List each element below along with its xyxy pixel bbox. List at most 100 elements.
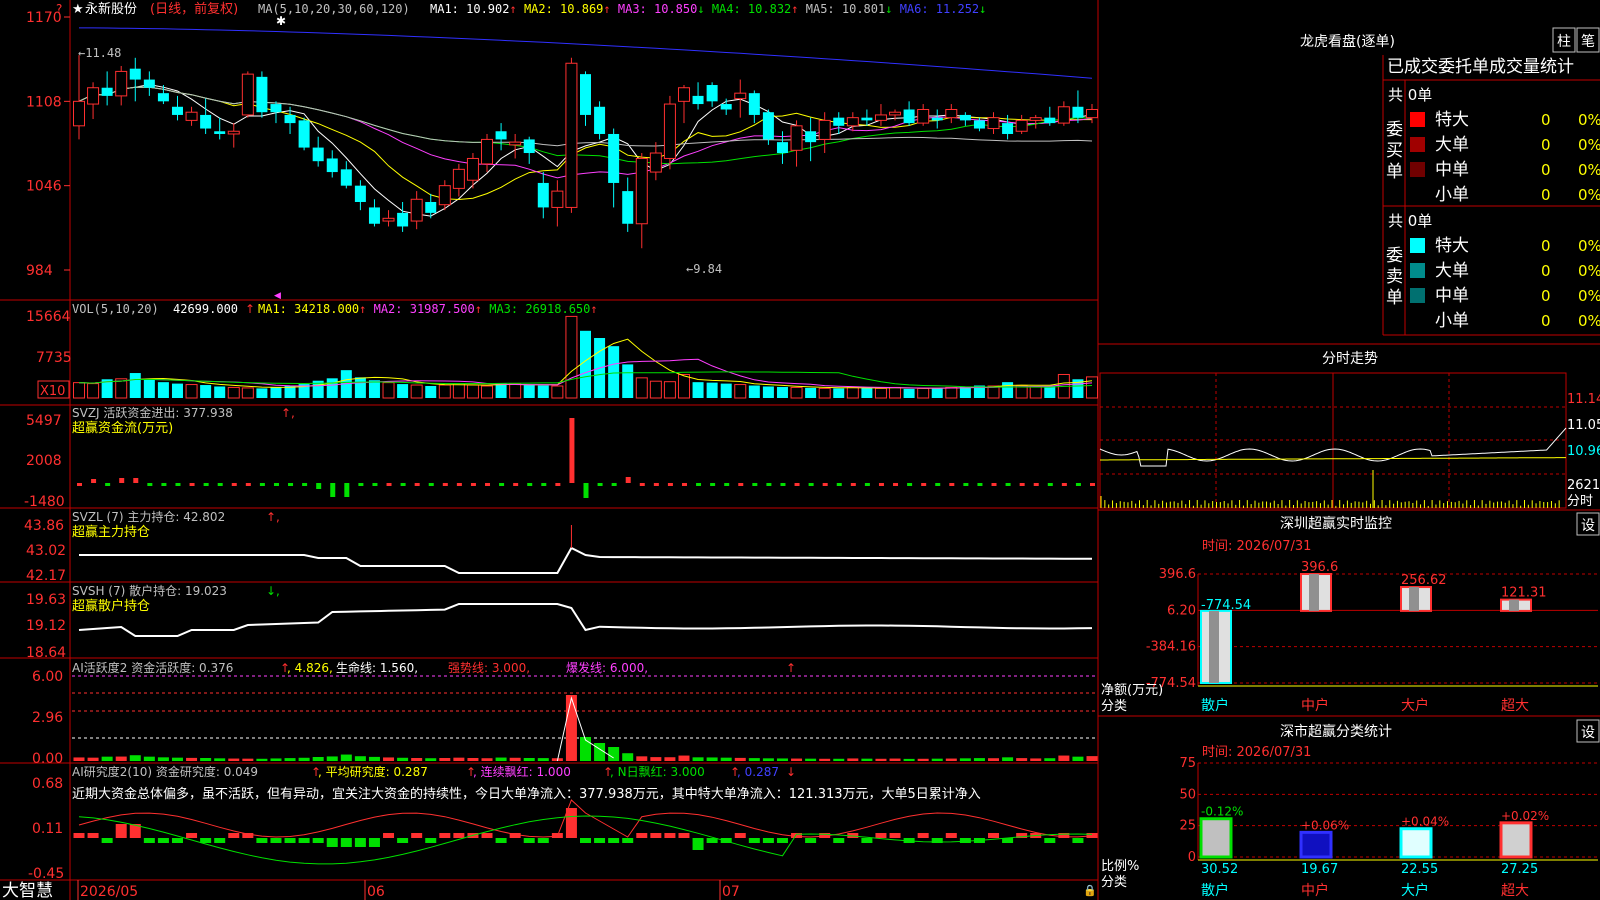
candle-body-down xyxy=(214,131,226,134)
candlestick-series[interactable] xyxy=(73,55,1098,249)
ai-research-bar xyxy=(1072,838,1084,843)
fund-flow-bar xyxy=(372,483,378,486)
ai-active-bar xyxy=(368,756,380,761)
monitor-bar-label: 396.6 xyxy=(1301,560,1338,575)
ai-research-bar xyxy=(580,838,591,843)
ai-active-bar xyxy=(143,756,155,761)
candle-body-up xyxy=(87,87,100,105)
ma-legend: MA1: 10.902↑ MA2: 10.869↑ MA3: 10.850↓ M… xyxy=(430,2,986,16)
ai-research-bar xyxy=(495,838,507,843)
buy-row-name: 特大 xyxy=(1435,110,1469,130)
ai-active-bar xyxy=(734,757,746,761)
brand-logo: 大智慧 xyxy=(2,881,53,900)
monitor-bar-label: 121.31 xyxy=(1501,586,1547,601)
vol-axis-top: 15664 xyxy=(26,309,71,325)
ai-research-bar xyxy=(833,838,845,843)
volume-bar-down xyxy=(776,386,788,398)
classify-pct-label: +0.04% xyxy=(1401,815,1449,829)
sell-row-name: 小单 xyxy=(1435,311,1469,331)
ai-active-bar xyxy=(664,757,676,761)
vol-label: VOL(5,10,20) xyxy=(72,302,159,316)
volume-bar-down xyxy=(833,388,845,398)
ai-active-bar xyxy=(186,757,198,761)
fenshi-grid xyxy=(1099,372,1567,509)
candle-body-down xyxy=(284,114,296,124)
sell-row-name: 中单 xyxy=(1435,286,1469,306)
candle-body-down xyxy=(523,139,535,154)
ai-active-bar xyxy=(270,758,282,761)
ai-research-axis-1: 0.11 xyxy=(32,821,63,837)
fund-flow-bar xyxy=(555,483,561,486)
intraday-volume-bars xyxy=(1100,470,1560,508)
ai-active-bar xyxy=(776,758,788,761)
ai-research-bar xyxy=(87,833,99,838)
volume-bar-down xyxy=(580,330,591,398)
question-icon[interactable]: ? xyxy=(56,2,62,16)
ai-active-bar xyxy=(650,757,662,761)
volume-bar-up xyxy=(87,383,100,399)
sell-row-value: 0 xyxy=(1541,262,1551,280)
ai-research-axis-0: 0.68 xyxy=(32,776,63,792)
fund-flow-bar xyxy=(653,483,659,486)
candle-body-down xyxy=(959,114,971,121)
ai-research-bar xyxy=(1086,833,1098,838)
sell-row-name: 大单 xyxy=(1435,261,1469,281)
monitor-category: 超大 xyxy=(1501,698,1529,714)
ai-research-comment: 近期大资金总体偏多，虽不活跃，但有异动，宜关注大资金的持续性，今日大单净流入：3… xyxy=(72,786,981,802)
volume-bar-up xyxy=(945,386,958,399)
ai-research-bar xyxy=(354,838,366,847)
fund-flow-bar xyxy=(1075,483,1081,486)
classify-category: 中户 xyxy=(1301,882,1329,899)
buy-row-pct: 0% xyxy=(1578,111,1600,129)
candle-body-up xyxy=(945,108,958,119)
fund-flow-bar xyxy=(597,483,603,486)
ai-research-bar xyxy=(101,838,113,843)
volume-bar-down xyxy=(861,387,873,398)
sell-total: 共 0单 xyxy=(1388,212,1432,230)
ai-active-label: AI活跃度2 资金活跃度: 0.376 xyxy=(72,660,233,675)
ai-research-bar xyxy=(678,833,690,838)
ai-active-bar xyxy=(537,758,549,761)
ai-active-bar xyxy=(495,757,507,761)
monitor-bar-label: 256.62 xyxy=(1401,573,1447,588)
ai-active-bar xyxy=(565,695,577,761)
favorite-star-icon[interactable]: ★ xyxy=(72,2,84,17)
ai-research-bar xyxy=(692,838,704,850)
fenshi-title[interactable]: 分时走势 xyxy=(1322,351,1378,367)
ai-active-bar xyxy=(1072,756,1084,761)
classify-ratio-bar-chart: 75 50 25 0 -0.12% 30.52 散户 +0.06% 19.67 中户 +0.04% 2… xyxy=(1179,756,1598,899)
legend-item-2: MA3: 26918.650 xyxy=(489,302,590,316)
svzl-axis-0: 43.86 xyxy=(24,518,64,534)
svzj-arrow: ↑, xyxy=(281,406,295,420)
ai-active-bar xyxy=(748,758,760,761)
fund-flow-bar xyxy=(119,478,125,483)
buy-row-value: 0 xyxy=(1541,111,1551,129)
ai-research-bar xyxy=(748,838,760,843)
ai-active-bar xyxy=(861,758,873,761)
candle-body-down xyxy=(256,76,268,113)
ai-active-bar xyxy=(340,754,352,761)
volume-bar-down xyxy=(256,388,268,398)
ai-research-v4: , N日飘红: 3.000 xyxy=(610,764,705,779)
ai-active-bar xyxy=(523,758,535,761)
ai-research-bar xyxy=(214,838,226,843)
svzj-label: SVZJ 活跃资金进出: 377.938 xyxy=(72,405,233,420)
lock-icon[interactable]: 🔒 xyxy=(1083,884,1097,897)
buy-swatch xyxy=(1410,112,1425,127)
legend-item-1: MA2: 10.869 xyxy=(524,2,603,16)
ai-research-bar xyxy=(636,833,648,838)
ai-active-bar xyxy=(157,757,169,761)
price-axis-label: 1108 xyxy=(26,94,62,110)
ai-research-bar xyxy=(326,838,338,847)
sell-row-value: 0 xyxy=(1541,312,1551,330)
fund-flow-bar xyxy=(203,483,209,486)
fund-flow-bar xyxy=(470,483,476,486)
ai-active-bar xyxy=(101,756,113,761)
candle-body-up xyxy=(438,185,451,206)
candle-body-up xyxy=(663,103,676,159)
monitor-bar-shade xyxy=(1409,587,1419,611)
candle-body-down xyxy=(776,142,788,154)
ai-active-bar xyxy=(988,758,1000,761)
classify-bar xyxy=(1199,817,1233,859)
monitor-bar-shade xyxy=(1209,610,1219,683)
